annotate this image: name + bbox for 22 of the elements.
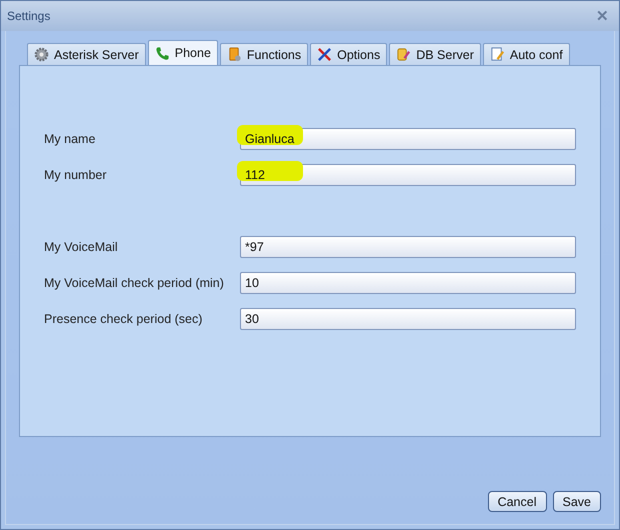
tab[interactable]: Phone — [148, 40, 218, 65]
field-label: My VoiceMail check period (min) — [44, 276, 225, 290]
input-field[interactable]: 10 — [240, 272, 576, 294]
input-field[interactable]: 112 — [240, 164, 576, 186]
phone-icon — [154, 46, 170, 60]
tab[interactable]: DB Server — [389, 43, 481, 65]
field-label: My number — [44, 168, 108, 182]
field-label: My VoiceMail — [44, 240, 119, 254]
tab[interactable]: Options — [310, 43, 388, 65]
tab[interactable]: Auto conf — [482, 43, 570, 65]
document-icon — [490, 47, 505, 62]
gear-icon — [34, 47, 49, 62]
save-button[interactable]: Save — [552, 491, 601, 512]
tab[interactable]: Functions — [220, 43, 308, 65]
input-field[interactable]: *97 — [240, 236, 576, 258]
tab[interactable]: Asterisk Server — [27, 43, 146, 65]
cancel-button[interactable]: Cancel — [488, 491, 546, 512]
input-field[interactable]: 30 — [240, 308, 576, 330]
window-title: Settings — [7, 9, 50, 23]
input-field[interactable]: Gianluca — [240, 128, 576, 150]
field-label: Presence check period (sec) — [44, 312, 204, 326]
field-label: My name — [44, 132, 96, 146]
